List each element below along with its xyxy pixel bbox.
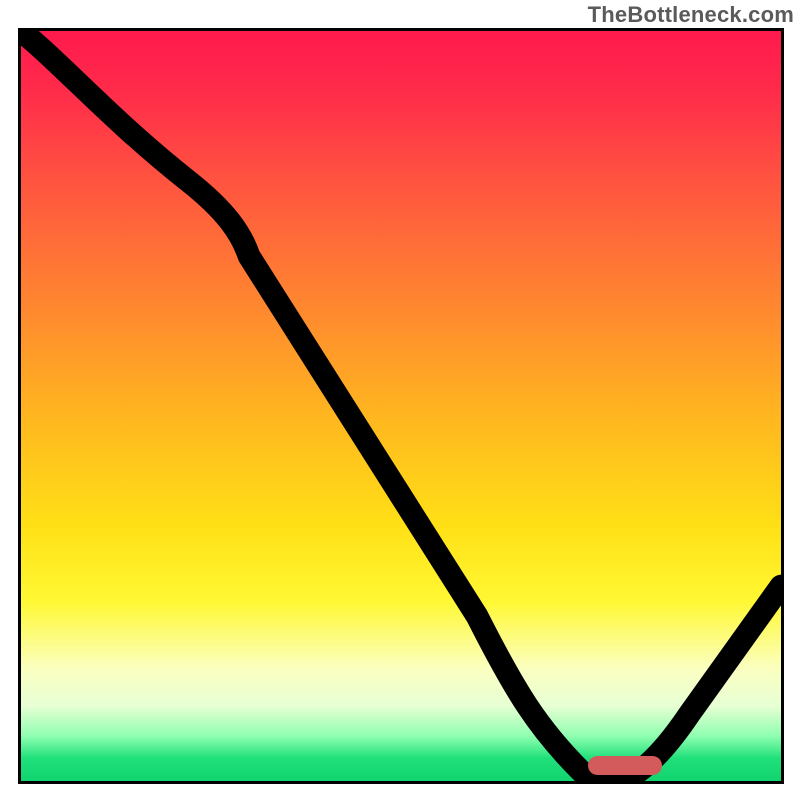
- bottleneck-curve-path: [21, 31, 781, 777]
- bottleneck-curve: [21, 31, 781, 781]
- optimal-range-marker: [588, 756, 662, 775]
- plot-area: [18, 28, 784, 784]
- watermark-label: TheBottleneck.com: [588, 2, 794, 28]
- chart-container: TheBottleneck.com: [0, 0, 800, 800]
